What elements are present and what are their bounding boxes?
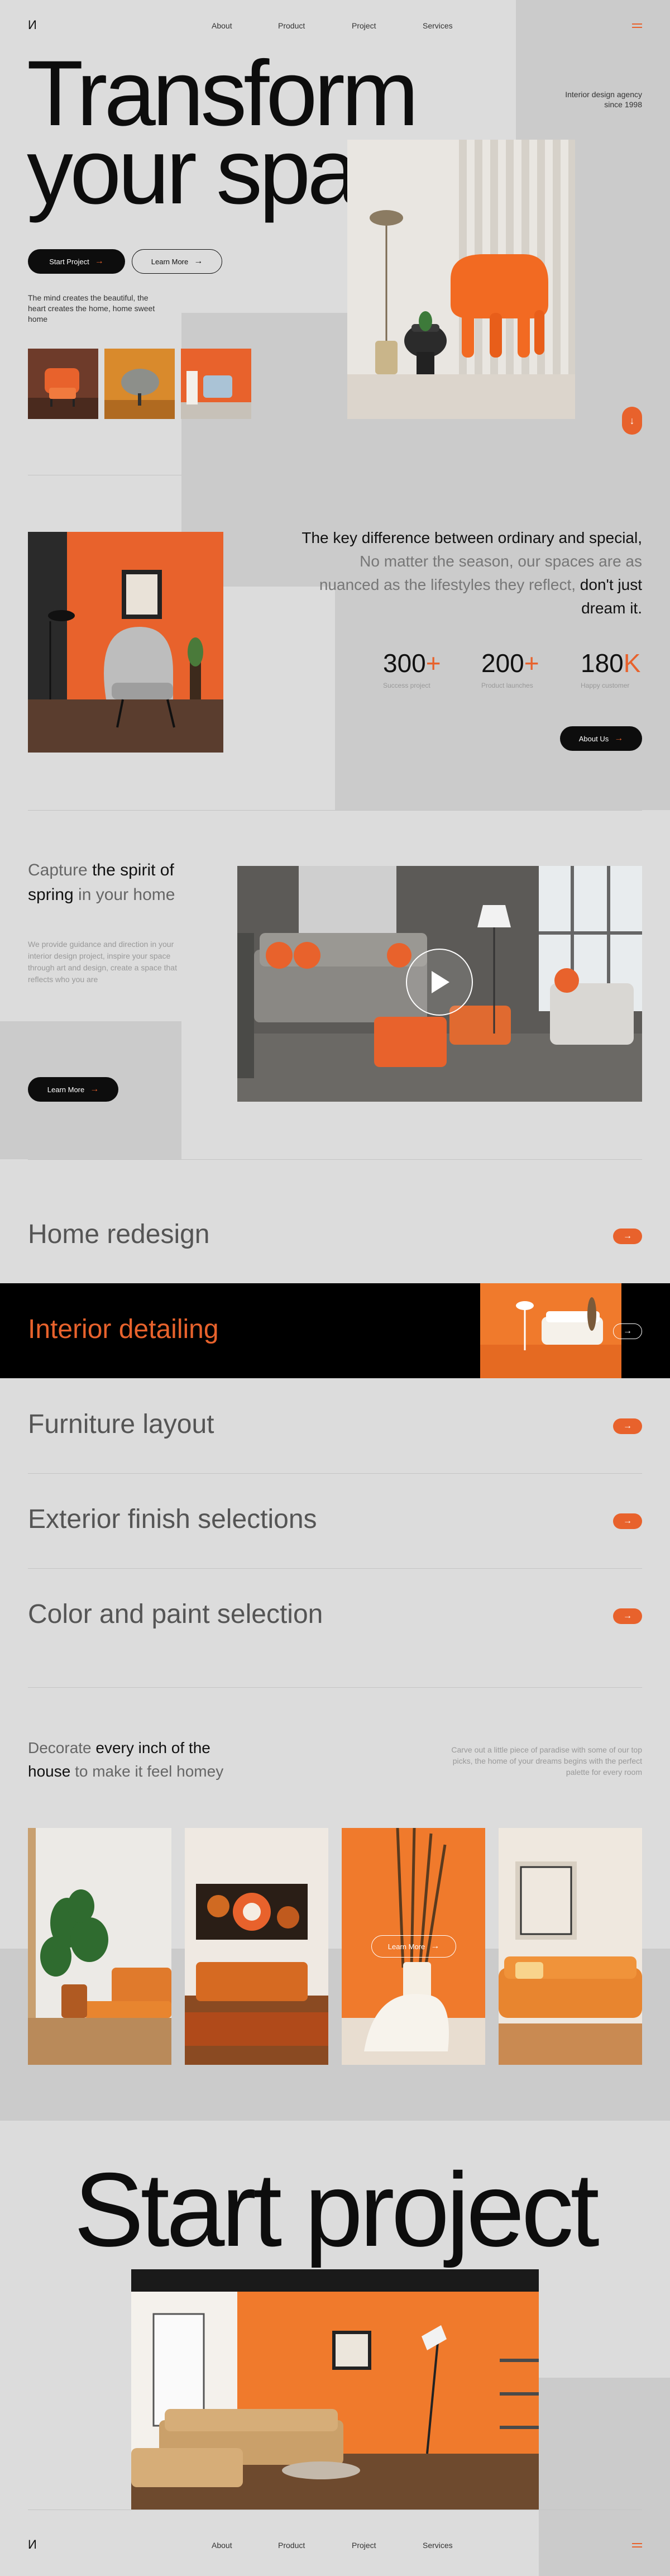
spring-video[interactable]: [237, 866, 642, 1102]
gallery-learn-more-button[interactable]: Learn More →: [371, 1935, 456, 1958]
divider: [28, 810, 642, 811]
arrow-right-icon[interactable]: →: [613, 1608, 642, 1624]
logo[interactable]: И: [28, 18, 37, 32]
about-statement: The key difference between ordinary and …: [302, 529, 642, 617]
footer-link-about[interactable]: About: [212, 2541, 232, 2550]
nav-link-services[interactable]: Services: [423, 21, 453, 30]
arrow-down-icon[interactable]: ↓: [622, 407, 642, 435]
spring-learn-more-button[interactable]: Learn More →: [28, 1077, 118, 1102]
spring-description: We provide guidance and direction in you…: [28, 940, 177, 984]
cta-image-living-room: [131, 2269, 539, 2510]
service-exterior-finish[interactable]: Exterior finish selections →: [0, 1473, 670, 1568]
hero-description: The mind creates the beautiful, the hear…: [28, 293, 155, 323]
divider: [28, 1687, 642, 1688]
cta-title[interactable]: Start project: [0, 2157, 670, 2262]
service-home-redesign[interactable]: Home redesign →: [0, 1188, 670, 1283]
footer-link-product[interactable]: Product: [278, 2541, 305, 2550]
stat-product-launches: 200+ Product launches: [481, 649, 539, 689]
divider: [28, 1159, 642, 1160]
footer-menu-icon[interactable]: [632, 2543, 642, 2550]
footer-logo[interactable]: И: [28, 2537, 37, 2552]
nav-link-project[interactable]: Project: [352, 21, 376, 30]
service-interior-detailing[interactable]: Interior detailing →: [0, 1283, 670, 1378]
gallery-image-orange-sofa[interactable]: [499, 1828, 642, 2065]
arrow-right-icon: →: [94, 256, 104, 266]
play-icon[interactable]: [406, 949, 473, 1016]
gallery-image-artwork-living[interactable]: [185, 1828, 328, 2065]
arrow-right-icon[interactable]: →: [613, 1323, 642, 1339]
arrow-right-icon: →: [90, 1084, 99, 1094]
decorate-description: Carve out a little piece of paradise wit…: [451, 1745, 642, 1777]
thumbnail-blue-chair[interactable]: [181, 349, 251, 419]
service-color-paint[interactable]: Color and paint selection →: [0, 1568, 670, 1663]
gallery-image-orange-wall[interactable]: Learn More →: [342, 1828, 485, 2065]
arrow-right-icon[interactable]: →: [613, 1229, 642, 1244]
arrow-right-icon: →: [430, 1941, 440, 1951]
arrow-right-icon[interactable]: →: [613, 1513, 642, 1529]
thumbnail-shell-chair[interactable]: [104, 349, 175, 419]
footer-link-services[interactable]: Services: [423, 2541, 453, 2550]
arrow-right-icon: →: [614, 734, 624, 743]
footer-link-project[interactable]: Project: [352, 2541, 376, 2550]
footer-nav: И About Product Project Services: [0, 2514, 670, 2564]
gallery-image-plant-sofa[interactable]: [28, 1828, 171, 2065]
about-image-chair: [28, 532, 223, 753]
stat-happy-customers: 180K Happy customer: [581, 649, 641, 689]
hamburger-menu-icon[interactable]: [632, 23, 642, 30]
decorate-title: Decorate every inch of the house to make…: [28, 1739, 224, 1780]
nav-link-product[interactable]: Product: [278, 21, 305, 30]
arrow-right-icon: →: [194, 256, 203, 266]
spring-title: Capture the spirit of spring in your hom…: [28, 861, 175, 904]
stat-success-projects: 300+ Success project: [383, 649, 441, 689]
nav-link-about[interactable]: About: [212, 21, 232, 30]
arrow-right-icon[interactable]: →: [613, 1418, 642, 1434]
service-furniture-layout[interactable]: Furniture layout →: [0, 1378, 670, 1473]
about-us-button[interactable]: About Us →: [560, 726, 642, 751]
learn-more-button[interactable]: Learn More →: [132, 249, 222, 274]
hero-image-orange-chair: [347, 140, 575, 419]
interior-detailing-image: [480, 1283, 621, 1378]
stats-row: 300+ Success project 200+ Product launch…: [0, 648, 670, 698]
thumbnail-armchair[interactable]: [28, 349, 98, 419]
start-project-button[interactable]: Start Project →: [28, 249, 125, 274]
hero-tagline: Interior design agency since 1998: [565, 90, 642, 109]
